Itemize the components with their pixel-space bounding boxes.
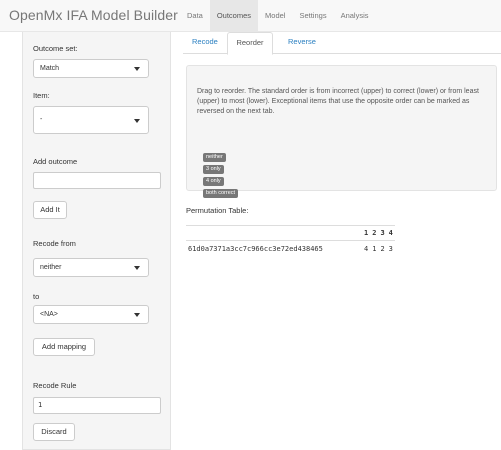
outcome-set-value: Match: [40, 65, 60, 72]
outcome-set-select[interactable]: Match: [33, 59, 149, 78]
outcome-badge[interactable]: both correct: [203, 189, 239, 198]
recode-to-select[interactable]: <NA>: [33, 305, 149, 324]
add-it-button[interactable]: Add It: [33, 201, 67, 219]
recode-from-label: Recode from: [33, 239, 76, 248]
main-nav: Data Outcomes Model Settings Analysis: [180, 0, 376, 32]
column-header: 1: [362, 225, 371, 241]
table-cell: 4: [362, 240, 371, 257]
outcome-badge[interactable]: neither: [203, 153, 226, 162]
to-label: to: [33, 292, 40, 301]
recode-rule-label: Recode Rule: [33, 381, 77, 390]
outcome-badge[interactable]: 4 only: [203, 177, 224, 186]
item-label: Item:: [33, 91, 50, 100]
chevron-down-icon: [134, 266, 140, 270]
discard-button[interactable]: Discard: [33, 423, 75, 441]
chevron-down-icon: [134, 313, 140, 317]
tab-data[interactable]: Data: [180, 0, 210, 32]
item-value: -: [40, 116, 43, 123]
recode-rule-input[interactable]: 1: [33, 397, 161, 414]
table-row: 61d0a7371a3cc7c966cc3e72ed438465 4 1 2 3: [186, 240, 395, 257]
column-header: 4: [386, 225, 395, 241]
add-outcome-label: Add outcome: [33, 157, 78, 166]
table-cell: 3: [386, 240, 395, 257]
column-header: [186, 225, 362, 241]
subtab-reverse[interactable]: Reverse: [288, 32, 316, 54]
permutation-table-title: Permutation Table:: [186, 206, 249, 215]
app-title: OpenMx IFA Model Builder: [9, 7, 178, 23]
table-header-row: 1 2 3 4: [186, 225, 395, 241]
column-header: 3: [378, 225, 387, 241]
tab-outcomes[interactable]: Outcomes: [209, 0, 259, 32]
sidebar-panel: Outcome set: Match Item: - Add outcome A…: [22, 32, 171, 450]
chevron-down-icon: [134, 67, 140, 71]
permutation-table: 1 2 3 4 61d0a7371a3cc7c966cc3e72ed438465…: [186, 225, 395, 257]
tab-analysis[interactable]: Analysis: [334, 0, 376, 32]
table-cell: 2: [378, 240, 387, 257]
subtab-recode[interactable]: Recode: [192, 32, 218, 54]
recode-from-select[interactable]: neither: [33, 258, 149, 277]
reorder-panel: Drag to reorder. The standard order is f…: [186, 65, 497, 198]
table-cell: 61d0a7371a3cc7c966cc3e72ed438465: [186, 240, 362, 257]
chevron-down-icon: [134, 119, 140, 123]
top-navbar: OpenMx IFA Model Builder Data Outcomes M…: [0, 0, 501, 32]
add-mapping-button[interactable]: Add mapping: [33, 338, 95, 356]
tab-settings[interactable]: Settings: [292, 0, 333, 32]
outcome-set-label: Outcome set:: [33, 44, 78, 53]
recode-from-value: neither: [40, 264, 62, 271]
subtab-reorder[interactable]: Reorder: [227, 32, 273, 55]
outcome-subtabs: Recode Reorder Reverse: [183, 32, 501, 55]
recode-to-value: <NA>: [40, 311, 58, 318]
reorder-instructions: Drag to reorder. The standard order is f…: [197, 88, 479, 115]
outcome-badge[interactable]: 3 only: [203, 165, 224, 174]
tab-model[interactable]: Model: [258, 0, 292, 32]
table-cell: 1: [370, 240, 379, 257]
item-select[interactable]: -: [33, 106, 149, 134]
add-outcome-input[interactable]: [33, 172, 161, 189]
column-header: 2: [370, 225, 379, 241]
